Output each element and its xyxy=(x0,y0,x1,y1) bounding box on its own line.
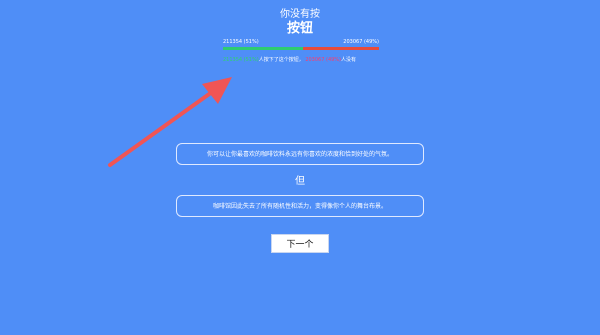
arrow-shaft xyxy=(108,90,214,167)
arrow-head xyxy=(202,77,232,104)
arrow-icon xyxy=(108,77,232,167)
